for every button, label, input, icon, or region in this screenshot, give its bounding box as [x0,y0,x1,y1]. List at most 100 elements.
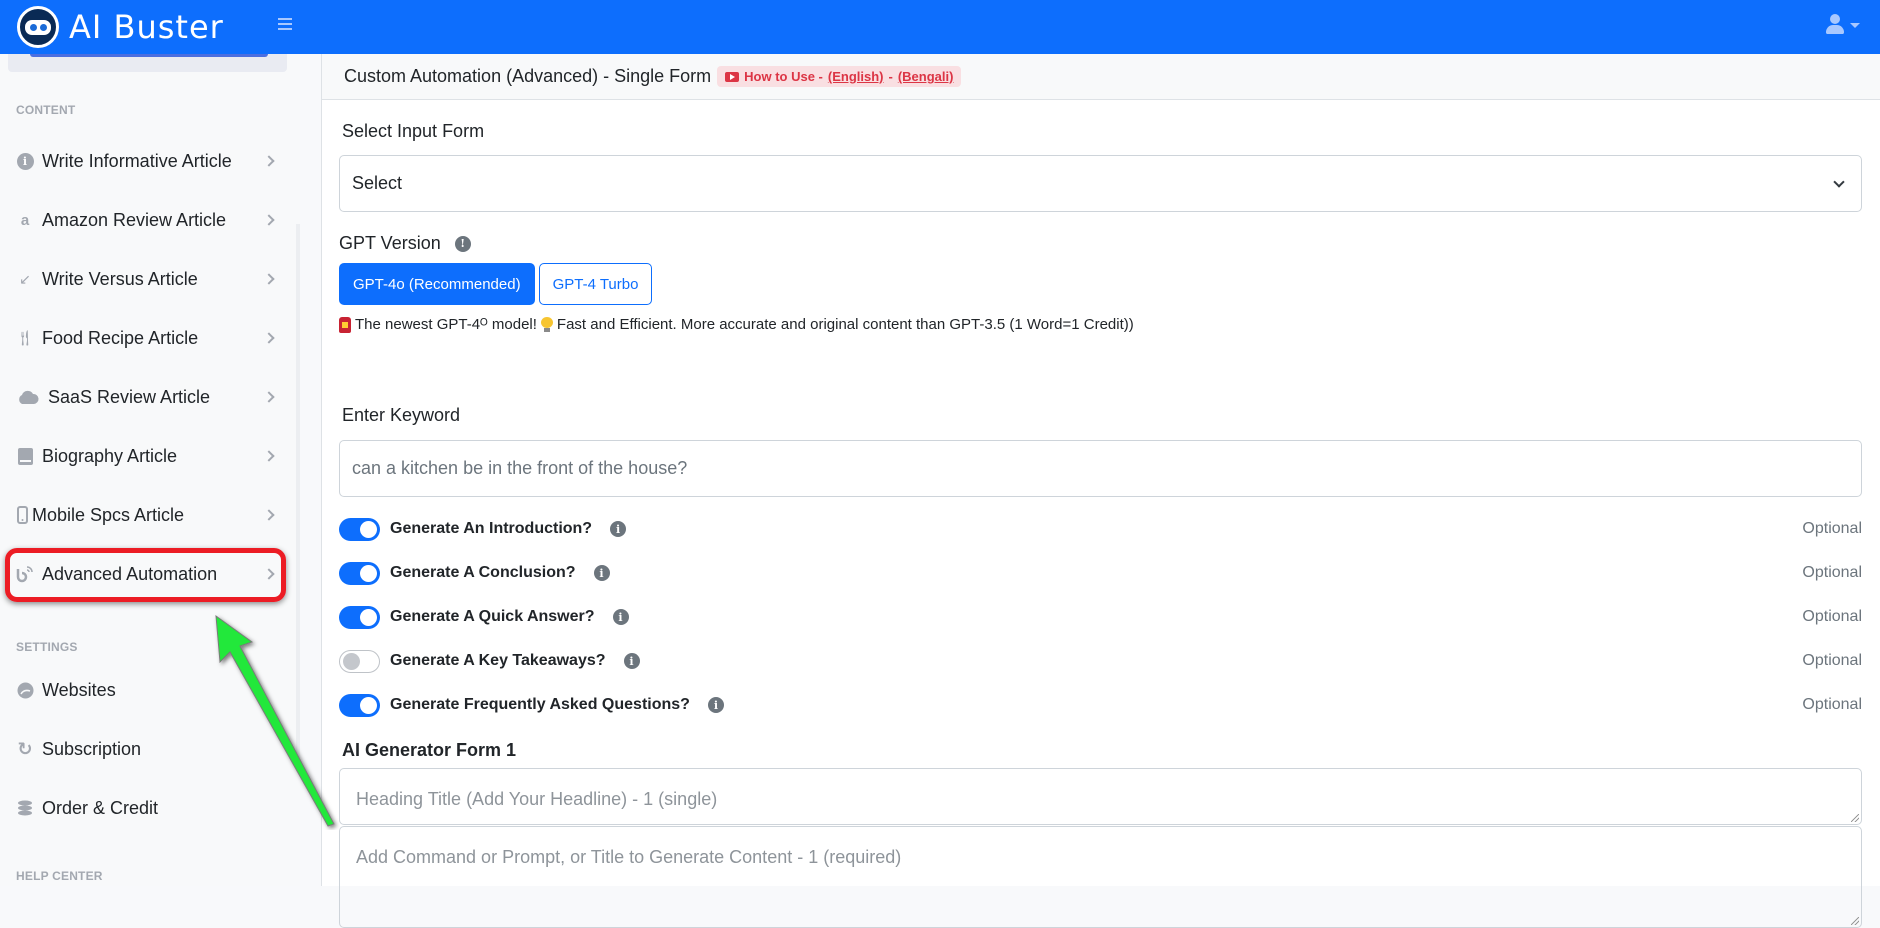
section-label-settings: SETTINGS [16,640,78,654]
user-menu-button[interactable] [1826,14,1860,36]
compress-arrows-icon: ↙ [19,270,31,287]
robot-logo-icon [17,6,59,48]
page-title: Custom Automation (Advanced) - Single Fo… [344,66,712,86]
mobile-icon [16,506,28,524]
enter-keyword-label: Enter Keyword [342,405,461,425]
sidebar-item-label: Biography Article [42,445,178,466]
how-to-use-label: How to Use - [744,69,823,84]
optional-label: Optional [1802,696,1862,713]
chevron-down-icon [1833,176,1845,188]
optional-label: Optional [1802,564,1862,581]
gpt-version-label-row: GPT Version ! [339,233,471,254]
sidebar-item-label: Write Versus Article [42,268,198,289]
how-to-english-link[interactable]: (English) [828,69,884,84]
youtube-icon [725,71,740,82]
chevron-right-icon [263,155,275,167]
input-form-select[interactable]: Select [339,155,1862,212]
book-icon [16,447,34,465]
coins-icon [16,799,34,817]
gpt-version-label: GPT Version [339,233,441,253]
sidebar-item-label: SaaS Review Article [48,386,211,407]
fire-extinguisher-icon [339,316,351,333]
prompt-placeholder: Add Command or Prompt, or Title to Gener… [356,847,902,867]
section-label-content: CONTENT [16,103,76,117]
info-icon[interactable]: i [612,609,629,625]
chevron-right-icon [263,332,275,344]
optional-label: Optional [1802,520,1862,537]
how-to-use-badge: How to Use - (English) - (Bengali) [717,66,962,87]
sidebar-item-amazon-review-article[interactable]: a Amazon Review Article [8,195,287,245]
chevron-right-icon [263,391,275,403]
toggle-introduction: Generate An Introduction? i Optional [339,514,1862,544]
toggle-label: Generate Frequently Asked Questions? [390,696,690,713]
sidebar-scrollbar[interactable] [296,224,300,759]
brand-logo[interactable]: AI Buster [17,6,224,48]
amazon-icon: a [20,211,30,229]
sidebar-item-label: Advanced Automation [42,563,218,584]
sync-icon: ↻ [17,738,33,759]
heading-placeholder: Heading Title (Add Your Headline) - 1 (s… [356,789,718,809]
info-icon[interactable]: i [707,697,724,713]
how-to-bengali-link[interactable]: (Bengali) [898,69,954,84]
info-icon[interactable]: ! [454,235,471,252]
select-value: Select [352,173,403,193]
toggle-quick-answer: Generate A Quick Answer? i Optional [339,602,1862,632]
gpt-version-note: The newest GPT-4ᴼ model! Fast and Effici… [339,316,1134,333]
gpt-version-toggle: GPT-4o (Recommended) GPT-4 Turbo [339,263,653,305]
info-circle-icon: i [16,152,34,170]
keyword-input[interactable]: can a kitchen be in the front of the hou… [339,440,1862,497]
sidebar-item-websites[interactable]: Websites [8,665,287,715]
sidebar-item-label: Food Recipe Article [42,327,199,348]
utensils-icon: 🍴︎ [15,330,35,347]
introduction-switch[interactable] [339,517,380,541]
top-navbar: AI Buster [0,0,1880,54]
info-icon[interactable]: i [623,653,640,669]
gpt-4o-button[interactable]: GPT-4o (Recommended) [339,263,535,305]
info-icon[interactable]: i [593,565,610,581]
sidebar-item-label: Amazon Review Article [42,209,227,230]
note-text: The newest GPT-4ᴼ model! [355,316,537,333]
prompt-textarea[interactable]: Add Command or Prompt, or Title to Gener… [339,826,1862,928]
sidebar-item-food-recipe-article[interactable]: 🍴︎ Food Recipe Article [8,313,287,363]
generator-form-title: AI Generator Form 1 [342,740,517,760]
main-content: Custom Automation (Advanced) - Single Fo… [321,54,1880,928]
chevron-right-icon [263,214,275,226]
sidebar-item-subscription[interactable]: ↻ Subscription [8,724,287,774]
feed-icon [16,565,34,583]
select-input-form-label: Select Input Form [342,121,485,141]
sidebar-item-write-versus-article[interactable]: ↙ Write Versus Article [8,254,287,304]
sidebar-item-saas-review-article[interactable]: SaaS Review Article [8,372,287,422]
globe-icon [16,681,34,699]
heading-title-textarea[interactable]: Heading Title (Add Your Headline) - 1 (s… [339,768,1862,825]
chevron-right-icon [263,509,275,521]
key-takeaways-switch[interactable] [339,649,380,673]
gpt-4-turbo-button[interactable]: GPT-4 Turbo [538,263,653,305]
hamburger-icon[interactable] [278,18,292,30]
toggle-label: Generate An Introduction? [390,520,593,537]
quick-answer-switch[interactable] [339,605,380,629]
sidebar: CONTENT i Write Informative Article a Am… [0,54,300,886]
section-label-help-center: HELP CENTER [16,869,103,883]
brand-name: AI Buster [69,8,224,46]
toggle-conclusion: Generate A Conclusion? i Optional [339,558,1862,588]
resize-handle[interactable] [1851,814,1859,822]
cloud-icon [16,388,40,406]
chevron-right-icon [263,450,275,462]
sidebar-top-button[interactable] [30,54,268,57]
caret-down-icon [1850,22,1860,28]
toggle-faq: Generate Frequently Asked Questions? i O… [339,690,1862,720]
sidebar-item-advanced-automation[interactable]: Advanced Automation [8,549,287,599]
info-icon[interactable]: i [610,521,627,537]
resize-handle[interactable] [1851,917,1859,925]
sidebar-item-biography-article[interactable]: Biography Article [8,431,287,481]
sidebar-item-label: Subscription [42,738,142,759]
conclusion-switch[interactable] [339,561,380,585]
user-icon [1826,14,1844,36]
sidebar-item-write-informative-article[interactable]: i Write Informative Article [8,136,287,186]
faq-switch[interactable] [339,693,380,717]
sidebar-item-order-credit[interactable]: Order & Credit [8,783,287,833]
sidebar-item-mobile-spcs-article[interactable]: Mobile Spcs Article [8,490,287,540]
chevron-right-icon [263,273,275,285]
toggle-label: Generate A Key Takeaways? [390,652,606,669]
lightbulb-icon [540,316,553,333]
